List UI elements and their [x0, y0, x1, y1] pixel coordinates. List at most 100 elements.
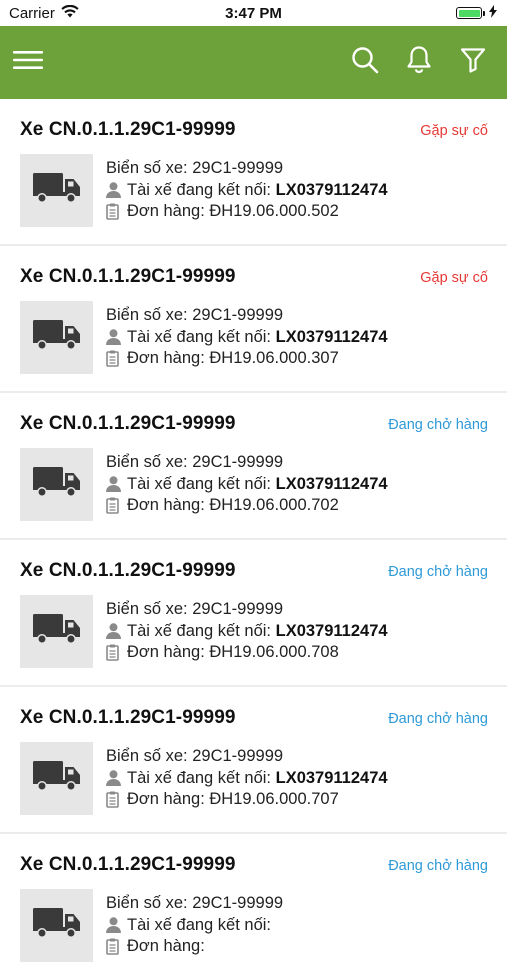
clipboard-icon — [106, 791, 124, 809]
card-body: Biển số xe: 29C1-99999 Tài xế đang kết n… — [20, 595, 488, 668]
vehicle-title: Xe CN.0.1.1.29C1-99999 — [20, 119, 236, 140]
user-icon — [106, 770, 124, 787]
driver-label: Tài xế đang kết nối: — [127, 915, 272, 934]
status-bar: Carrier 3:47 PM — [0, 0, 507, 26]
vehicle-title: Xe CN.0.1.1.29C1-99999 — [20, 854, 236, 875]
filter-button[interactable] — [457, 47, 489, 79]
vehicle-status: Gặp sự cố — [420, 270, 488, 286]
truck-icon — [32, 761, 81, 796]
plate-value: 29C1-99999 — [192, 600, 284, 618]
driver-value: LX0379112474 — [275, 180, 388, 199]
vehicle-info: Biển số xe: 29C1-99999 Tài xế đang kết n… — [106, 301, 388, 374]
card-header: Xe CN.0.1.1.29C1-99999 Đang chở hàng — [20, 413, 488, 435]
user-icon — [106, 476, 124, 493]
plate-label: Biển số xe: — [106, 453, 188, 471]
vehicle-card[interactable]: Xe CN.0.1.1.29C1-99999 Đang chở hàng Biể… — [0, 393, 507, 538]
card-header: Xe CN.0.1.1.29C1-99999 Gặp sự cố — [20, 119, 488, 141]
menu-button[interactable] — [12, 47, 44, 79]
order-label: Đơn hàng: — [127, 349, 205, 367]
order-row: Đơn hàng: ĐH19.06.000.702 — [106, 495, 388, 517]
card-header: Xe CN.0.1.1.29C1-99999 Đang chở hàng — [20, 854, 488, 876]
plate-value: 29C1-99999 — [192, 453, 284, 471]
card-header: Xe CN.0.1.1.29C1-99999 Đang chở hàng — [20, 707, 488, 729]
order-value: ĐH19.06.000.702 — [209, 496, 339, 514]
status-left: Carrier — [9, 4, 79, 22]
vehicle-card[interactable]: Xe CN.0.1.1.29C1-99999 Gặp sự cố Biển số… — [0, 99, 507, 244]
search-icon — [351, 46, 379, 79]
vehicle-thumbnail — [20, 301, 93, 374]
order-value: ĐH19.06.000.708 — [209, 643, 339, 661]
order-row: Đơn hàng: ĐH19.06.000.707 — [106, 789, 388, 811]
driver-label: Tài xế đang kết nối: — [127, 621, 272, 640]
vehicle-list: Xe CN.0.1.1.29C1-99999 Gặp sự cố Biển số… — [0, 99, 507, 979]
vehicle-status: Đang chở hàng — [388, 858, 488, 874]
status-right — [456, 4, 497, 22]
plate-label: Biển số xe: — [106, 747, 188, 765]
vehicle-card[interactable]: Xe CN.0.1.1.29C1-99999 Đang chở hàng Biể… — [0, 834, 507, 979]
card-body: Biển số xe: 29C1-99999 Tài xế đang kết n… — [20, 154, 488, 227]
card-header: Xe CN.0.1.1.29C1-99999 Gặp sự cố — [20, 266, 488, 288]
vehicle-title: Xe CN.0.1.1.29C1-99999 — [20, 413, 236, 434]
plate-label: Biển số xe: — [106, 159, 188, 177]
vehicle-title: Xe CN.0.1.1.29C1-99999 — [20, 560, 236, 581]
driver-row: Tài xế đang kết nối: — [106, 915, 283, 937]
order-value: ĐH19.06.000.502 — [209, 202, 339, 220]
order-row: Đơn hàng: ĐH19.06.000.502 — [106, 201, 388, 223]
truck-icon — [32, 320, 81, 355]
notification-button[interactable] — [403, 45, 435, 80]
vehicle-status: Đang chở hàng — [388, 417, 488, 433]
driver-value: LX0379112474 — [275, 474, 388, 493]
filter-icon — [460, 47, 486, 78]
order-label: Đơn hàng: — [127, 496, 205, 514]
plate-row: Biển số xe: 29C1-99999 — [106, 893, 283, 915]
driver-row: Tài xế đang kết nối: LX0379112474 — [106, 327, 388, 349]
vehicle-thumbnail — [20, 154, 93, 227]
clipboard-icon — [106, 644, 124, 662]
wifi-icon — [61, 4, 79, 22]
order-row: Đơn hàng: — [106, 936, 283, 958]
driver-value: LX0379112474 — [275, 327, 388, 346]
truck-icon — [32, 908, 81, 943]
user-icon — [106, 623, 124, 640]
driver-label: Tài xế đang kết nối: — [127, 327, 272, 346]
driver-row: Tài xế đang kết nối: LX0379112474 — [106, 768, 388, 790]
plate-value: 29C1-99999 — [192, 747, 284, 765]
vehicle-title: Xe CN.0.1.1.29C1-99999 — [20, 266, 236, 287]
plate-label: Biển số xe: — [106, 306, 188, 324]
battery-tip — [483, 10, 485, 16]
order-label: Đơn hàng: — [127, 202, 205, 220]
charging-icon — [489, 4, 497, 22]
plate-label: Biển số xe: — [106, 600, 188, 618]
vehicle-card[interactable]: Xe CN.0.1.1.29C1-99999 Gặp sự cố Biển số… — [0, 246, 507, 391]
driver-row: Tài xế đang kết nối: LX0379112474 — [106, 621, 388, 643]
vehicle-status: Đang chở hàng — [388, 564, 488, 580]
order-label: Đơn hàng: — [127, 937, 205, 955]
truck-icon — [32, 467, 81, 502]
vehicle-info: Biển số xe: 29C1-99999 Tài xế đang kết n… — [106, 742, 388, 815]
vehicle-status: Gặp sự cố — [420, 123, 488, 139]
vehicle-title: Xe CN.0.1.1.29C1-99999 — [20, 707, 236, 728]
bell-icon — [406, 45, 432, 80]
order-value: ĐH19.06.000.307 — [209, 349, 339, 367]
vehicle-card[interactable]: Xe CN.0.1.1.29C1-99999 Đang chở hàng Biể… — [0, 687, 507, 832]
plate-row: Biển số xe: 29C1-99999 — [106, 746, 388, 768]
user-icon — [106, 329, 124, 346]
plate-row: Biển số xe: 29C1-99999 — [106, 599, 388, 621]
card-body: Biển số xe: 29C1-99999 Tài xế đang kết n… — [20, 301, 488, 374]
search-button[interactable] — [349, 47, 381, 79]
plate-row: Biển số xe: 29C1-99999 — [106, 158, 388, 180]
vehicle-card[interactable]: Xe CN.0.1.1.29C1-99999 Đang chở hàng Biể… — [0, 540, 507, 685]
driver-label: Tài xế đang kết nối: — [127, 768, 272, 787]
truck-icon — [32, 614, 81, 649]
truck-icon — [32, 173, 81, 208]
driver-row: Tài xế đang kết nối: LX0379112474 — [106, 474, 388, 496]
app-bar-actions — [349, 45, 489, 80]
clipboard-icon — [106, 203, 124, 221]
driver-row: Tài xế đang kết nối: LX0379112474 — [106, 180, 388, 202]
card-body: Biển số xe: 29C1-99999 Tài xế đang kết n… — [20, 448, 488, 521]
carrier-label: Carrier — [9, 4, 55, 22]
card-header: Xe CN.0.1.1.29C1-99999 Đang chở hàng — [20, 560, 488, 582]
order-value: ĐH19.06.000.707 — [209, 790, 339, 808]
vehicle-thumbnail — [20, 742, 93, 815]
user-icon — [106, 182, 124, 199]
